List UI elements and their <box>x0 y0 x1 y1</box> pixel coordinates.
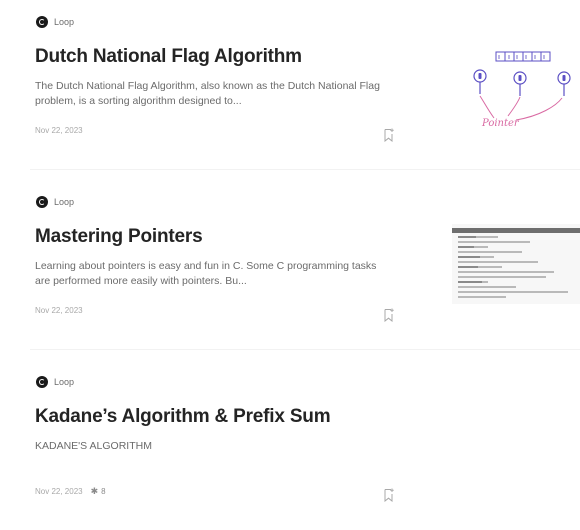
divider <box>30 349 580 350</box>
publication-byline[interactable]: Loop <box>36 376 74 388</box>
article-excerpt[interactable]: KADANE'S ALGORITHM <box>35 439 385 454</box>
loop-logo-icon[interactable] <box>36 16 48 28</box>
article-thumbnail[interactable] <box>452 224 580 304</box>
article-card[interactable]: Loop Kadane’s Algorithm & Prefix Sum KAD… <box>0 360 580 530</box>
publication-name[interactable]: Loop <box>54 197 74 207</box>
article-excerpt[interactable]: Learning about pointers is easy and fun … <box>35 259 385 289</box>
thumbnail-sketch-label: Pointer <box>481 118 520 129</box>
article-date: Nov 22, 2023 <box>35 487 83 496</box>
article-meta: Nov 22, 2023 <box>35 126 83 135</box>
article-excerpt[interactable]: The Dutch National Flag Algorithm, also … <box>35 79 385 109</box>
publication-byline[interactable]: Loop <box>36 196 74 208</box>
clap-count[interactable]: ✱ 8 <box>91 486 106 497</box>
bookmark-add-icon[interactable] <box>384 128 394 142</box>
clap-number: 8 <box>101 487 106 496</box>
pointer-sketch-image: Pointer <box>452 40 580 132</box>
loop-logo-icon[interactable] <box>36 376 48 388</box>
bookmark-add-icon[interactable] <box>384 488 394 502</box>
article-title[interactable]: Mastering Pointers <box>35 226 203 248</box>
article-card[interactable]: Loop Dutch National Flag Algorithm The D… <box>0 0 580 170</box>
publication-byline[interactable]: Loop <box>36 16 74 28</box>
bookmark-add-icon[interactable] <box>384 308 394 322</box>
article-title[interactable]: Kadane’s Algorithm & Prefix Sum <box>35 406 331 428</box>
publication-name[interactable]: Loop <box>54 17 74 27</box>
article-title[interactable]: Dutch National Flag Algorithm <box>35 46 302 68</box>
table-screenshot-image <box>452 224 580 304</box>
article-card[interactable]: Loop Mastering Pointers Learning about p… <box>0 180 580 350</box>
publication-name[interactable]: Loop <box>54 377 74 387</box>
article-date: Nov 22, 2023 <box>35 306 83 315</box>
article-thumbnail[interactable]: Pointer <box>452 40 580 132</box>
article-meta: Nov 22, 2023 <box>35 306 83 315</box>
article-feed: Loop Dutch National Flag Algorithm The D… <box>0 0 580 516</box>
divider <box>30 169 580 170</box>
article-meta: Nov 22, 2023 ✱ 8 <box>35 486 106 497</box>
article-date: Nov 22, 2023 <box>35 126 83 135</box>
loop-logo-icon[interactable] <box>36 196 48 208</box>
clap-icon[interactable]: ✱ <box>91 486 99 497</box>
